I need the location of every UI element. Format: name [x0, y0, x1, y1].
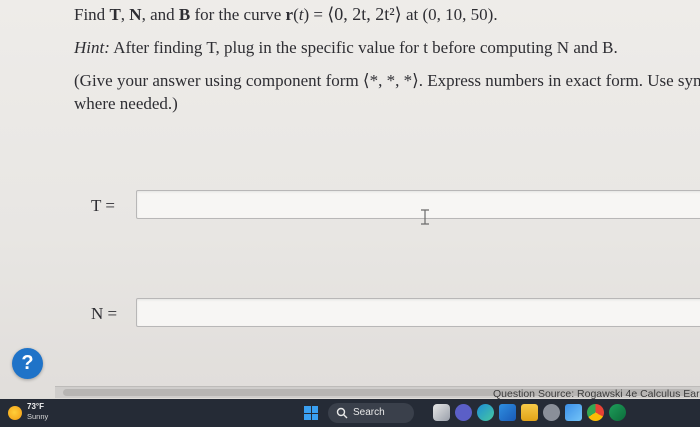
n-answer-label: N =	[91, 304, 118, 323]
t-variable: t	[298, 5, 304, 24]
weather-temperature[interactable]: 73°F	[27, 402, 44, 411]
instructions-line-2: where needed.)	[74, 94, 178, 113]
app-icon[interactable]	[609, 404, 626, 421]
chrome-icon[interactable]	[587, 404, 604, 421]
problem-prefix: Find	[74, 5, 106, 24]
help-button[interactable]: ?	[12, 348, 43, 379]
vector-expression: ⟨0, 2t, 2t²⟩	[327, 4, 402, 24]
for-curve-text: for the curve	[194, 5, 282, 24]
t-answer-label: T =	[91, 196, 115, 215]
weather-condition[interactable]: Sunny	[27, 412, 48, 421]
hint-label: Hint:	[74, 38, 110, 57]
explorer-icon[interactable]	[521, 404, 538, 421]
at-word: at	[405, 5, 419, 24]
point-value: (0, 10, 50).	[422, 5, 498, 24]
problem-statement: Find T, N, and B for the curve r(t) = ⟨0…	[74, 4, 498, 24]
separator: ,	[120, 5, 130, 24]
hint-text: After finding T, plug in the specific va…	[113, 38, 618, 57]
b-symbol: B	[178, 5, 191, 24]
taskbar-search[interactable]: Search	[328, 403, 414, 423]
equals-sign: =	[313, 5, 324, 24]
r-function: r	[285, 5, 294, 24]
settings-icon[interactable]	[543, 404, 560, 421]
chat-icon[interactable]	[455, 404, 472, 421]
hint-line: Hint: After finding T, plug in the speci…	[74, 38, 618, 58]
photos-icon[interactable]	[565, 404, 582, 421]
text-cursor-icon	[421, 209, 429, 225]
task-view-icon[interactable]	[433, 404, 450, 421]
instructions-line-1: (Give your answer using component form ⟨…	[74, 71, 700, 90]
t-symbol: T	[109, 5, 121, 24]
start-icon[interactable]	[304, 406, 318, 420]
edge-icon[interactable]	[477, 404, 494, 421]
t-answer-input[interactable]	[136, 190, 700, 219]
n-symbol: N	[129, 5, 142, 24]
n-answer-input[interactable]	[136, 298, 700, 327]
search-icon	[336, 407, 348, 419]
sun-icon[interactable]	[8, 406, 22, 420]
page: Find T, N, and B for the curve r(t) = ⟨0…	[0, 0, 700, 427]
and-word: , and	[141, 5, 175, 24]
store-icon[interactable]	[499, 404, 516, 421]
search-label: Search	[353, 407, 385, 418]
taskbar: 73°F Sunny Search	[0, 399, 700, 427]
